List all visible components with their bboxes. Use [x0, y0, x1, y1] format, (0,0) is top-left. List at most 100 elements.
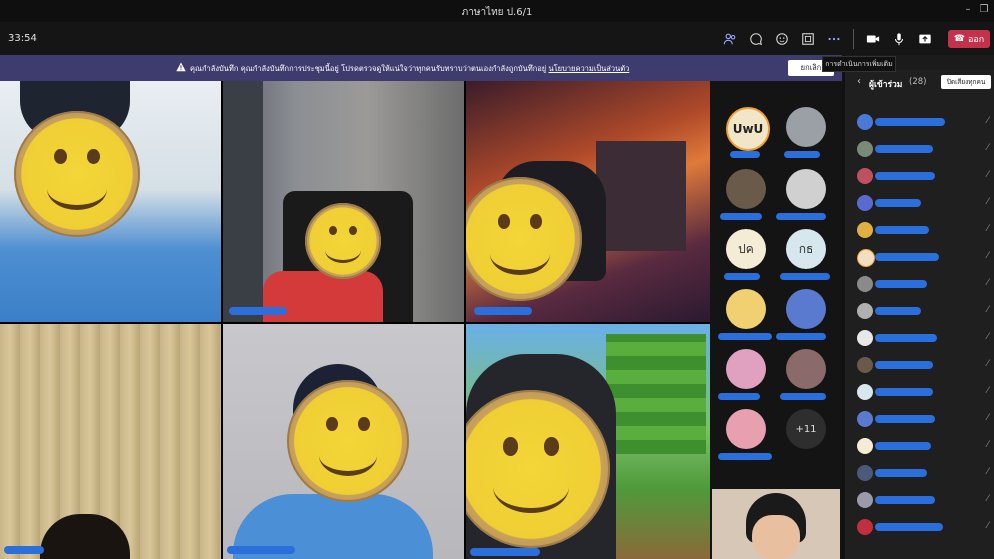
participant-name: [875, 442, 931, 450]
mic-off-icon: ⁄: [987, 116, 989, 126]
participant-row[interactable]: ⁄: [845, 353, 994, 377]
participant-name: [875, 334, 937, 342]
participant-avatar[interactable]: [726, 169, 766, 209]
participant-row[interactable]: ⁄: [845, 515, 994, 539]
participant-avatar[interactable]: [786, 169, 826, 209]
participant-name: [780, 273, 830, 280]
participants-panel: ‹ ผู้เข้าร่วม (28) ปิดเสียงทุกคน ⁄ ⁄ ⁄ ⁄…: [845, 70, 994, 559]
participant-avatar[interactable]: UwU: [726, 107, 770, 151]
mute-all-button[interactable]: ปิดเสียงทุกคน: [941, 75, 991, 89]
participant-name: [875, 226, 929, 234]
avatar: [857, 519, 873, 535]
mic-off-icon: ⁄: [987, 359, 989, 369]
participant-name: [470, 548, 540, 556]
mic-off-icon: ⁄: [987, 224, 989, 234]
participant-name: [875, 523, 943, 531]
game-character-shape: [596, 141, 686, 251]
participant-avatar-initials[interactable]: กธ: [786, 229, 826, 269]
participant-row[interactable]: ⁄: [845, 164, 994, 188]
participant-name: [776, 333, 826, 340]
avatar: [857, 249, 875, 267]
participant-name: [720, 213, 762, 220]
participant-name: [875, 388, 933, 396]
avatar: [857, 168, 873, 184]
mic-off-icon: ⁄: [987, 251, 989, 261]
leave-button[interactable]: ☎ ออก: [948, 30, 990, 48]
participant-name: [4, 546, 44, 554]
chat-icon[interactable]: [747, 30, 765, 48]
reactions-icon[interactable]: [773, 30, 791, 48]
participant-name: [718, 453, 772, 460]
participant-row[interactable]: ⁄: [845, 488, 994, 512]
video-tile[interactable]: [223, 324, 464, 559]
avatar: [857, 303, 873, 319]
participant-avatar[interactable]: [726, 409, 766, 449]
participant-row[interactable]: ⁄: [845, 110, 994, 134]
video-tile[interactable]: [0, 324, 221, 559]
participant-row[interactable]: ⁄: [845, 272, 994, 296]
participant-name: [724, 273, 760, 280]
share-screen-icon[interactable]: [916, 30, 934, 48]
participant-name: [718, 393, 760, 400]
self-view-tile[interactable]: [712, 489, 840, 559]
people-icon[interactable]: [721, 30, 739, 48]
meeting-timer: 33:54: [8, 33, 37, 44]
camera-icon[interactable]: [864, 30, 882, 48]
participant-name: [875, 145, 933, 153]
rooms-icon[interactable]: [799, 30, 817, 48]
participant-row[interactable]: ⁄: [845, 326, 994, 350]
participant-avatar[interactable]: [786, 349, 826, 389]
participant-name: [875, 280, 927, 288]
participant-row[interactable]: ⁄: [845, 191, 994, 215]
participant-gallery: UwU ปค กธ +11: [710, 81, 842, 559]
phone-hangup-icon: ☎: [953, 34, 965, 44]
minimize-icon[interactable]: –: [962, 4, 974, 16]
mic-off-icon: ⁄: [987, 305, 989, 315]
participant-row[interactable]: ⁄: [845, 245, 994, 269]
mic-off-icon: ⁄: [987, 440, 989, 450]
participant-row[interactable]: ⁄: [845, 461, 994, 485]
participant-name: [875, 118, 945, 126]
participant-row[interactable]: ⁄: [845, 299, 994, 323]
mic-off-icon: ⁄: [987, 467, 989, 477]
participant-row[interactable]: ⁄: [845, 137, 994, 161]
restore-icon[interactable]: ❐: [978, 4, 990, 16]
avatar: [857, 276, 873, 292]
back-chevron-icon[interactable]: ‹: [857, 76, 861, 87]
participant-row[interactable]: ⁄: [845, 218, 994, 242]
meeting-toolbar: 33:54 ☎ ออก: [0, 22, 994, 55]
avatar: [857, 411, 873, 427]
participant-name: [875, 469, 927, 477]
participant-name: [474, 307, 532, 315]
avatar: [857, 195, 873, 211]
video-tile[interactable]: [223, 81, 464, 322]
toolbar-divider: [853, 29, 854, 49]
participant-avatar[interactable]: [726, 289, 766, 329]
participant-avatar[interactable]: [786, 289, 826, 329]
participant-avatar[interactable]: [726, 349, 766, 389]
leave-label: ออก: [967, 35, 985, 45]
smiley-face-cover: [305, 203, 381, 279]
more-actions-tooltip: การดำเนินการเพิ่มเติม: [822, 56, 896, 72]
privacy-policy-link[interactable]: นโยบายความเป็นส่วนตัว: [549, 64, 630, 73]
participant-row[interactable]: ⁄: [845, 407, 994, 431]
participant-avatar[interactable]: [786, 107, 826, 147]
warning-icon: [176, 62, 186, 72]
participant-row[interactable]: ⁄: [845, 380, 994, 404]
video-tile[interactable]: [466, 81, 710, 322]
window-frame: [223, 81, 263, 322]
avatar: [857, 492, 873, 508]
video-tile[interactable]: [0, 81, 221, 322]
mic-icon[interactable]: [890, 30, 908, 48]
participant-name: [784, 151, 820, 158]
video-tile[interactable]: [466, 324, 710, 559]
more-participants-button[interactable]: +11: [786, 409, 826, 449]
avatar: [857, 438, 873, 454]
smiley-face-cover: [287, 380, 409, 502]
participant-name: [875, 172, 935, 180]
game-blocks-shape: [606, 334, 706, 454]
participant-avatar-initials[interactable]: ปค: [726, 229, 766, 269]
avatar: [857, 330, 873, 346]
participant-row[interactable]: ⁄: [845, 434, 994, 458]
more-icon[interactable]: [825, 30, 843, 48]
